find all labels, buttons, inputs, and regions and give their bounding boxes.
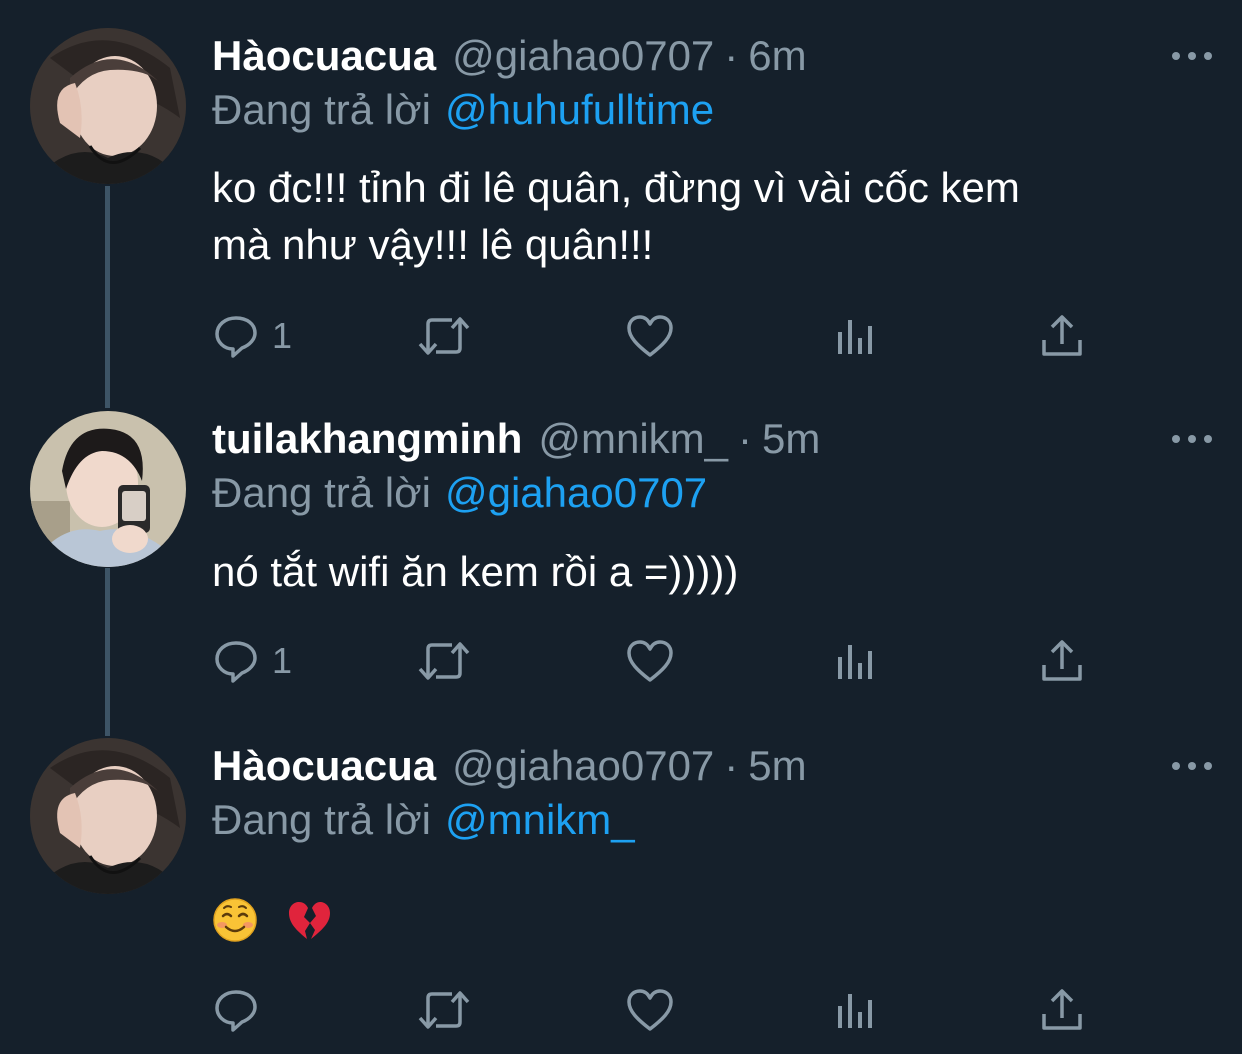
user-handle[interactable]: @mnikm_	[538, 415, 728, 463]
like-button[interactable]	[625, 982, 675, 1038]
avatar[interactable]	[30, 738, 186, 894]
separator: ·	[724, 742, 739, 789]
reply-icon	[215, 316, 257, 358]
reply-button[interactable]: 1	[212, 308, 292, 364]
separator: ·	[738, 415, 753, 462]
avatar[interactable]	[30, 28, 186, 184]
tweet-header: Hàocuacua @giahao0707 · 6m	[212, 28, 807, 84]
tweet-actions	[212, 982, 1112, 1038]
avatar-image	[30, 411, 186, 567]
display-name[interactable]: Hàocuacua	[212, 742, 436, 790]
reply-to-handle-link[interactable]: @mnikm_	[445, 796, 635, 843]
retweet-icon	[418, 991, 470, 1029]
heart-icon	[627, 640, 673, 682]
replying-to: Đang trả lời @huhufulltime	[212, 86, 714, 134]
tweet-text-line: ko đc!!! tỉnh đi lê quân, đừng vì vài cố…	[212, 164, 1020, 211]
analytics-icon	[838, 320, 872, 354]
timestamp[interactable]: 5m	[748, 742, 806, 790]
analytics-icon	[838, 994, 872, 1028]
tweet-text	[212, 888, 1202, 942]
tweet-text: nó tắt wifi ăn kem rồi a =)))))	[212, 543, 1202, 600]
tweet-text-line: mà như vậy!!! lê quân!!!	[212, 221, 654, 268]
tweet-actions: 1	[212, 308, 1112, 364]
share-button[interactable]	[1038, 308, 1086, 364]
analytics-button[interactable]	[834, 633, 878, 689]
separator: ·	[724, 32, 739, 79]
tweet[interactable]: tuilakhangminh @mnikm_ · 5m Đang trả lời…	[0, 411, 1242, 701]
replying-to-label: Đang trả lời	[212, 796, 431, 843]
display-name[interactable]: Hàocuacua	[212, 32, 436, 80]
reply-button[interactable]	[212, 982, 272, 1038]
user-handle[interactable]: @giahao0707	[452, 32, 714, 80]
reply-count: 1	[272, 315, 293, 356]
replying-to-label: Đang trả lời	[212, 86, 431, 133]
reply-to-handle-link[interactable]: @huhufulltime	[445, 86, 714, 133]
reply-icon	[215, 990, 257, 1032]
broken-heart-emoji	[288, 901, 330, 939]
share-icon	[1042, 640, 1082, 681]
tweet-header: tuilakhangminh @mnikm_ · 5m	[212, 411, 820, 467]
user-handle[interactable]: @giahao0707	[452, 742, 714, 790]
retweet-icon	[418, 317, 470, 355]
timestamp[interactable]: 5m	[762, 415, 820, 463]
avatar-image	[30, 28, 186, 184]
share-icon	[1042, 315, 1082, 356]
avatar[interactable]	[30, 411, 186, 567]
more-options-icon[interactable]	[1172, 38, 1212, 74]
share-button[interactable]	[1038, 982, 1086, 1038]
more-options-icon[interactable]	[1172, 421, 1212, 457]
reply-button[interactable]: 1	[212, 633, 292, 689]
timestamp[interactable]: 6m	[748, 32, 806, 80]
replying-to: Đang trả lời @giahao0707	[212, 469, 707, 517]
replying-to: Đang trả lời @mnikm_	[212, 796, 635, 844]
like-button[interactable]	[625, 633, 675, 689]
heart-icon	[627, 315, 673, 357]
retweet-icon	[418, 642, 470, 680]
tweet-header: Hàocuacua @giahao0707 · 5m	[212, 738, 807, 794]
share-button[interactable]	[1038, 633, 1086, 689]
analytics-button[interactable]	[834, 308, 878, 364]
retweet-button[interactable]	[416, 982, 472, 1038]
reply-to-handle-link[interactable]: @giahao0707	[445, 469, 707, 516]
reply-icon	[215, 641, 257, 683]
retweet-button[interactable]	[416, 308, 472, 364]
tweet[interactable]: Hàocuacua @giahao0707 · 5m Đang trả lời @…	[0, 738, 1242, 1038]
replying-to-label: Đang trả lời	[212, 469, 431, 516]
tweet-text: ko đc!!! tỉnh đi lê quân, đừng vì vài cố…	[212, 159, 1202, 273]
avatar-image	[30, 738, 186, 894]
more-options-icon[interactable]	[1172, 748, 1212, 784]
analytics-button[interactable]	[834, 982, 878, 1038]
tweet[interactable]: Hàocuacua @giahao0707 · 6m Đang trả lời @…	[0, 28, 1242, 368]
share-icon	[1042, 989, 1082, 1030]
analytics-icon	[838, 645, 872, 679]
retweet-button[interactable]	[416, 633, 472, 689]
display-name[interactable]: tuilakhangminh	[212, 415, 522, 463]
smiling-face-emoji	[213, 898, 257, 942]
tweet-actions: 1	[212, 633, 1112, 689]
reply-count: 1	[272, 640, 293, 681]
like-button[interactable]	[625, 308, 675, 364]
tweet-text-line: nó tắt wifi ăn kem rồi a =)))))	[212, 548, 739, 595]
heart-icon	[627, 989, 673, 1031]
